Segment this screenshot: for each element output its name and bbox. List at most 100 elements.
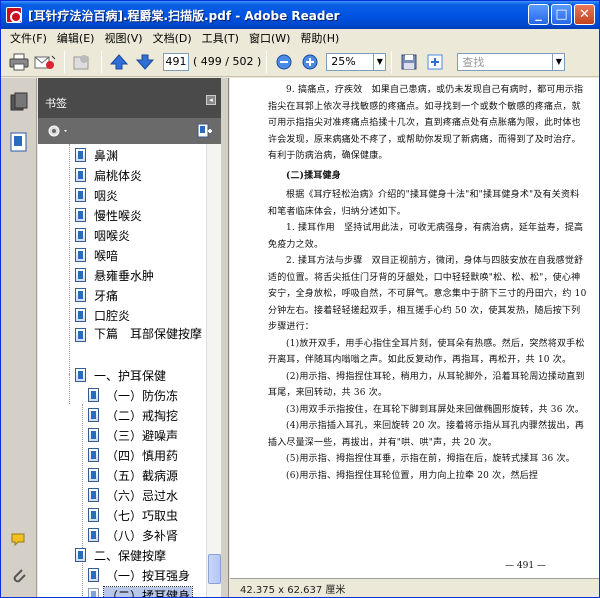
bookmarks-tree: 鼻渊 扁桃体炎 咽炎 慢性喉炎 咽喉炎 喉喑 悬雍垂水肿 牙痛 口腔炎 下篇 耳… <box>38 144 206 597</box>
bookmark-icon <box>88 468 99 482</box>
doc-paragraph: (5)用示指、拇指捏住耳垂，示指在前，拇指在后，旋转式揉耳 36 次。 <box>286 454 575 464</box>
doc-paragraph: (3)用双手示指按住，在耳轮下脚到耳屏处来回做椭圆形旋转，共 36 次。 <box>286 404 585 415</box>
chevron-down-icon: ▼ <box>376 57 383 66</box>
bookmark-icon <box>75 268 86 282</box>
tree-line <box>82 404 83 597</box>
close-panel-button[interactable]: ◂ <box>206 95 216 105</box>
upload-button[interactable] <box>70 50 94 74</box>
bookmark-icon <box>75 548 86 562</box>
bookmark-icon <box>88 528 99 542</box>
toolbar: 491 ( 499 / 502 ) 25% ▼ 查找 ▼ <box>1 47 599 77</box>
doc-paragraph: 9. 搞痛点，疗疾效 如果自己患病，或仍未发现自己有病时，都可用示指指尖在耳郭上… <box>268 85 584 161</box>
title-bar[interactable]: [耳针疗法治百病].程爵棠.扫描版.pdf - Adobe Reader _ □… <box>1 1 599 29</box>
bookmark-icon <box>88 588 99 597</box>
doc-heading: (二)揉耳健身 <box>286 170 341 181</box>
bookmark-icon <box>88 408 99 422</box>
upload-icon <box>73 54 89 69</box>
bookmark-icon <box>75 188 86 202</box>
tree-line <box>69 374 70 404</box>
search-input[interactable]: 查找 <box>457 52 554 71</box>
document-view[interactable]: 9. 搞痛点，疗疾效 如果自己患病，或仍未发现自己有病时，都可用示指指尖在耳郭上… <box>230 78 599 578</box>
bookmarks-title: 书签 <box>45 97 67 110</box>
panel-splitter[interactable] <box>221 78 229 597</box>
document-page-text: 9. 搞痛点，疗疾效 如果自己患病，或仍未发现自己有病时，都可用示指指尖在耳郭上… <box>268 82 588 484</box>
menu-tools[interactable]: 工具(T) <box>197 30 244 46</box>
bookmarks-header: 书签 ◂ <box>38 78 221 118</box>
chevron-down-icon: ▼ <box>555 57 562 66</box>
toolbar-separator <box>101 50 102 73</box>
doc-paragraph: (4)用示指插入耳孔，来回旋转 20 次。接着将示指从耳孔内骤然拔出，再插入尽量… <box>268 421 585 448</box>
doc-paragraph: (2)用示指、拇指捏住耳轮，稍用力，从耳轮脚外，沿着耳轮周边揉动直到耳尾，来回转… <box>268 371 585 399</box>
new-bookmark-icon[interactable] <box>196 123 214 139</box>
zoom-out-button[interactable] <box>272 50 296 74</box>
comments-icon[interactable] <box>10 530 28 550</box>
minimize-button[interactable]: _ <box>528 4 549 25</box>
page-down-icon <box>136 54 154 70</box>
fit-page-icon <box>427 54 443 69</box>
menu-file[interactable]: 文件(F) <box>5 30 52 46</box>
fit-page-button[interactable] <box>423 50 447 74</box>
doc-paragraph: 根据《耳疗轻松治病》介绍的"揉耳健身十法"和"揉耳健身术"及有关资料和笔者临床体… <box>268 190 580 217</box>
doc-paragraph: 2. 揉耳方法与步骤 双目正视前方，微闭，身体与四肢安放在自我感觉舒适的位置。将… <box>268 256 587 332</box>
adobe-reader-window: [耳针疗法治百病].程爵棠.扫描版.pdf - Adobe Reader _ □… <box>0 0 600 598</box>
bookmark-icon <box>88 388 99 402</box>
bookmarks-icon[interactable] <box>10 132 28 152</box>
navigation-pane-strip <box>1 78 37 597</box>
print-button[interactable] <box>7 50 31 74</box>
bookmark-icon <box>75 288 86 302</box>
zoom-in-button[interactable] <box>298 50 322 74</box>
bookmark-icon <box>88 568 99 582</box>
menu-window[interactable]: 窗口(W) <box>244 30 295 46</box>
search-dropdown-button[interactable]: ▼ <box>553 52 566 71</box>
bookmarks-toolbar <box>38 118 221 144</box>
bookmark-icon <box>75 328 86 342</box>
bookmark-icon <box>75 148 86 162</box>
doc-paragraph: (1)放开双手，用手心指住全耳片刻，使耳朵有热感。然后，突然将双手松开离耳，伴随… <box>268 338 585 366</box>
close-button[interactable]: ✕ <box>574 4 595 25</box>
pages-icon[interactable] <box>10 92 28 112</box>
scrollbar-thumb[interactable] <box>208 554 221 584</box>
email-button[interactable] <box>33 50 57 74</box>
save-button[interactable] <box>397 50 421 74</box>
options-gear-icon[interactable] <box>47 124 69 138</box>
bookmark-icon <box>75 248 86 262</box>
maximize-button[interactable]: □ <box>551 4 572 25</box>
email-icon <box>34 55 56 69</box>
bookmark-icon <box>88 508 99 522</box>
menu-document[interactable]: 文档(D) <box>148 30 197 46</box>
bookmark-icon <box>88 488 99 502</box>
bookmark-icon <box>75 168 86 182</box>
zoom-in-icon <box>302 54 318 69</box>
doc-paragraph: (6)用示指、拇指捏住耳轮位置，用力向上拉牵 20 次，然后捏 <box>286 470 539 481</box>
adobe-reader-icon[interactable] <box>6 7 22 23</box>
print-icon <box>9 53 29 70</box>
page-dimensions: 42.375 x 62.637 厘米 <box>240 584 346 596</box>
attachment-icon[interactable] <box>10 566 28 586</box>
next-page-button[interactable] <box>133 50 157 74</box>
page-footer-number: — 491 — <box>505 561 546 571</box>
toolbar-separator <box>64 50 65 73</box>
save-icon <box>401 54 417 69</box>
page-number-input[interactable]: 491 <box>163 52 189 71</box>
page-up-icon <box>110 53 128 69</box>
toolbar-separator <box>391 50 393 73</box>
bookmark-icon <box>88 428 99 442</box>
menu-bar: 文件(F) 编辑(E) 视图(V) 文档(D) 工具(T) 窗口(W) 帮助(H… <box>1 29 599 47</box>
menu-edit[interactable]: 编辑(E) <box>52 30 100 46</box>
page-count: ( 499 / 502 ) <box>193 55 262 68</box>
menu-view[interactable]: 视图(V) <box>99 30 147 46</box>
bookmark-icon <box>88 448 99 462</box>
zoom-level-input[interactable]: 25% <box>326 52 375 71</box>
status-bar: 42.375 x 62.637 厘米 <box>230 578 599 597</box>
zoom-dropdown-button[interactable]: ▼ <box>374 52 387 71</box>
toolbar-separator <box>266 50 268 73</box>
bookmark-icon <box>75 208 86 222</box>
doc-paragraph: 1. 揉耳作用 坚持试用此法，可收无病强身，有病治病，延年益寿，提高免疫力之效。 <box>268 223 584 250</box>
bookmark-icon <box>75 308 86 322</box>
bookmarks-scrollbar[interactable] <box>206 144 221 597</box>
previous-page-button[interactable] <box>107 50 131 74</box>
bookmark-icon <box>75 368 86 382</box>
tree-line <box>69 144 70 374</box>
bookmarks-panel: 书签 ◂ 鼻渊 扁桃体炎 咽炎 慢性喉炎 咽喉炎 喉喑 悬雍垂水肿 牙痛 口腔炎… <box>38 78 221 597</box>
menu-help[interactable]: 帮助(H) <box>295 30 344 46</box>
